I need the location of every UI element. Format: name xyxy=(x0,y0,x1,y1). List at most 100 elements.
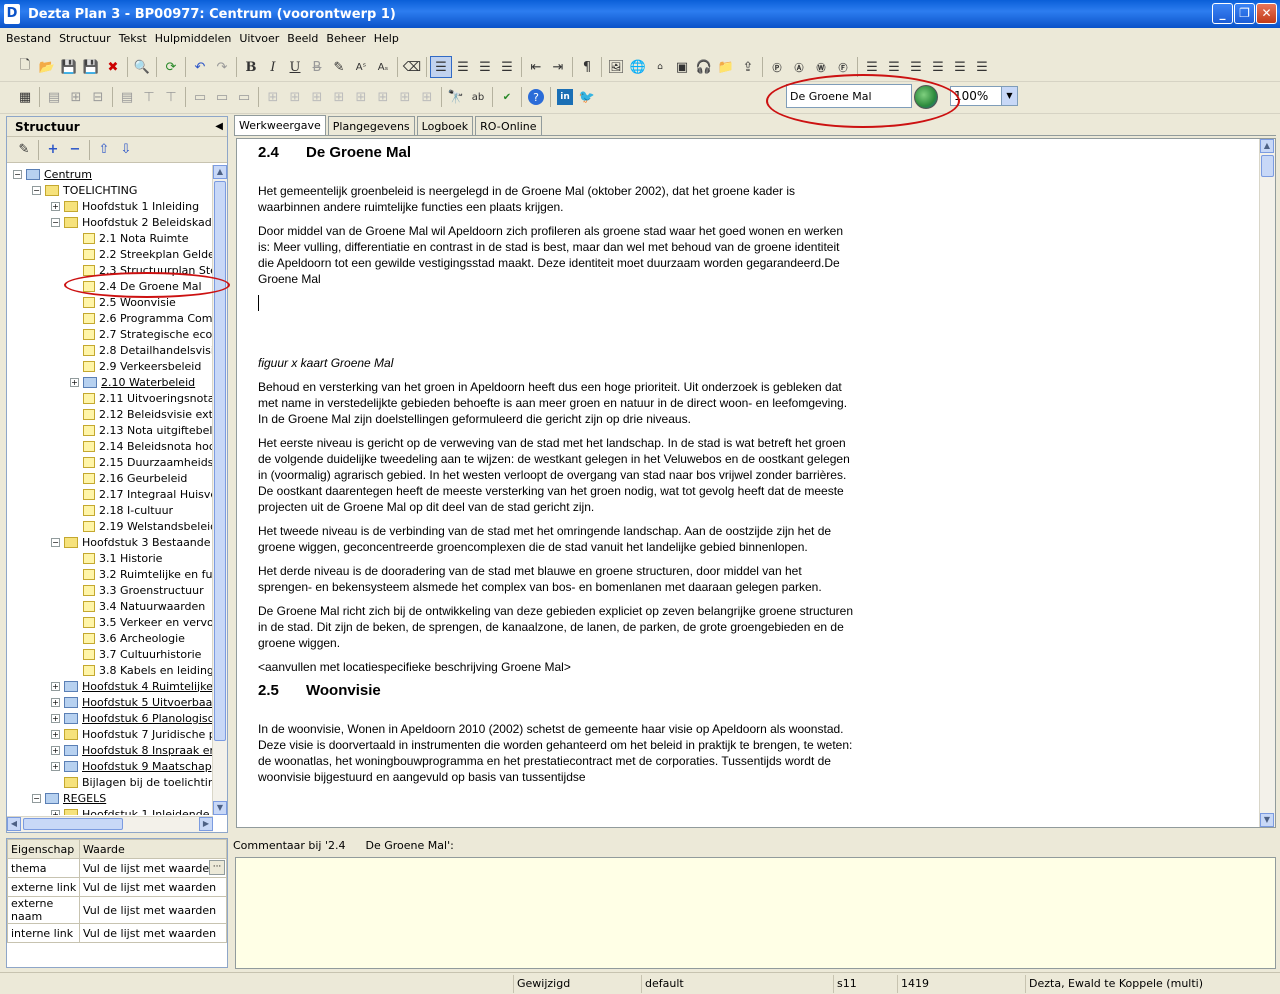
image-icon[interactable]: 🖼 xyxy=(605,56,627,78)
close-button[interactable]: ✕ xyxy=(1256,3,1277,24)
tab-logboek[interactable]: Logboek xyxy=(416,116,474,135)
zoom-dropdown-caret[interactable]: ▼ xyxy=(1001,87,1017,105)
decrease-indent-icon[interactable]: ⇤ xyxy=(525,56,547,78)
tree-node[interactable]: 3.7 Cultuurhistorie xyxy=(70,646,201,662)
align-justify-icon[interactable]: ☰ xyxy=(496,56,518,78)
remove-node-icon[interactable]: − xyxy=(64,139,86,161)
property-value[interactable]: Vul de lijst met waarden ··· xyxy=(79,858,227,878)
help-icon[interactable]: ? xyxy=(528,89,544,105)
table-tool-10-icon[interactable]: ⊞ xyxy=(262,86,284,108)
highlight-icon[interactable]: ✎ xyxy=(328,56,350,78)
delete-document-icon[interactable]: ✖ xyxy=(102,56,124,78)
tree-node[interactable]: 2.2 Streekplan Gelderl xyxy=(70,246,213,262)
tree-node[interactable]: 3.6 Archeologie xyxy=(70,630,185,646)
align-right-icon[interactable]: ☰ xyxy=(474,56,496,78)
replace-icon[interactable]: ab xyxy=(467,86,489,108)
expand-icon[interactable]: + xyxy=(70,377,79,387)
tree-node[interactable]: 3.2 Ruimtelijke en func xyxy=(70,566,213,582)
doc-scroll-down-icon[interactable]: ▼ xyxy=(1260,813,1274,827)
menu-tekst[interactable]: Tekst xyxy=(115,32,151,45)
table-tool-8-icon[interactable]: ▭ xyxy=(211,86,233,108)
table-tool-7-icon[interactable]: ▭ xyxy=(189,86,211,108)
move-up-icon[interactable]: ⇧ xyxy=(93,139,115,161)
maximize-button[interactable]: ❐ xyxy=(1234,3,1255,24)
zoom-select[interactable]: 100% ▼ xyxy=(950,86,1018,106)
tree-horizontal-scrollbar[interactable]: ◀ ▶ xyxy=(7,816,213,832)
italic-icon[interactable]: I xyxy=(262,56,284,78)
tab-werkweergave[interactable]: Werkweergave xyxy=(234,115,326,135)
expand-icon[interactable]: + xyxy=(51,201,60,211)
doc-scroll-up-icon[interactable]: ▲ xyxy=(1260,139,1274,153)
menu-hulpmiddelen[interactable]: Hulpmiddelen xyxy=(151,32,236,45)
tree-node[interactable]: − REGELS xyxy=(32,790,106,806)
underline-icon[interactable]: U xyxy=(284,56,306,78)
table-tool-2-icon[interactable]: ⊞ xyxy=(65,86,87,108)
document-scrollbar[interactable]: ▲ ▼ xyxy=(1259,139,1275,827)
tree-node[interactable]: 3.5 Verkeer en vervoe xyxy=(70,614,213,630)
undo-icon[interactable]: ↶ xyxy=(189,56,211,78)
move-down-icon[interactable]: ⇩ xyxy=(115,139,137,161)
add-node-icon[interactable]: + xyxy=(42,139,64,161)
save-all-icon[interactable]: 💾 xyxy=(80,56,102,78)
expand-icon[interactable]: + xyxy=(51,713,60,723)
tree-node[interactable]: 2.8 Detailhandelsvisie xyxy=(70,342,213,358)
tree-node[interactable]: 3.4 Natuurwaarden xyxy=(70,598,205,614)
tree-scroll-thumb[interactable] xyxy=(214,181,226,741)
doc-scroll-thumb[interactable] xyxy=(1261,155,1274,177)
comment-field[interactable] xyxy=(235,857,1276,969)
find-icon[interactable]: 🔭 xyxy=(445,86,467,108)
tree-node[interactable]: + Hoofdstuk 8 Inspraak en o xyxy=(51,742,213,758)
tree-node[interactable]: 2.11 Uitvoeringsnota G xyxy=(70,390,213,406)
save-icon[interactable]: 💾 xyxy=(58,56,80,78)
p-badge-icon[interactable]: Ⓟ xyxy=(766,56,788,78)
list-style-6-icon[interactable]: ☰ xyxy=(971,56,993,78)
table-icon[interactable]: ▦ xyxy=(14,86,36,108)
headphones-icon[interactable]: 🎧 xyxy=(693,56,715,78)
table-tool-12-icon[interactable]: ⊞ xyxy=(306,86,328,108)
menu-help[interactable]: Help xyxy=(370,32,403,45)
table-tool-15-icon[interactable]: ⊞ xyxy=(372,86,394,108)
table-tool-11-icon[interactable]: ⊞ xyxy=(284,86,306,108)
new-document-icon[interactable]: 🗋 xyxy=(14,56,36,78)
eraser-icon[interactable]: ⌫ xyxy=(401,56,423,78)
property-value[interactable]: Vul de lijst met waarden xyxy=(79,923,227,943)
scroll-up-icon[interactable]: ▲ xyxy=(213,165,227,179)
table-tool-3-icon[interactable]: ⊟ xyxy=(87,86,109,108)
export-icon[interactable]: ⇪ xyxy=(737,56,759,78)
subscript-icon[interactable]: Aₛ xyxy=(372,56,394,78)
expand-icon[interactable]: + xyxy=(51,681,60,691)
expand-icon[interactable]: + xyxy=(51,697,60,707)
tree-node[interactable]: 2.1 Nota Ruimte xyxy=(70,230,188,246)
tree-hscroll-thumb[interactable] xyxy=(23,818,123,830)
tree-node[interactable]: + Hoofdstuk 4 Ruimtelijke en xyxy=(51,678,213,694)
table-tool-4-icon[interactable]: ▤ xyxy=(116,86,138,108)
strikethrough-icon[interactable]: B xyxy=(306,56,328,78)
tree-node[interactable]: − Hoofdstuk 2 Beleidskader xyxy=(51,214,213,230)
redo-icon[interactable]: ↷ xyxy=(211,56,233,78)
tree-node[interactable]: 2.14 Beleidsnota hoog xyxy=(70,438,213,454)
table-tool-17-icon[interactable]: ⊞ xyxy=(416,86,438,108)
expand-icon[interactable]: + xyxy=(51,809,60,815)
collapse-panel-icon[interactable]: ◀ xyxy=(215,121,223,132)
tree-node[interactable]: 3.3 Groenstructuur xyxy=(70,582,204,598)
tree-node[interactable]: 2.13 Nota uitgiftebeleic xyxy=(70,422,213,438)
tree-node[interactable]: 2.7 Strategische econ xyxy=(70,326,213,342)
scroll-down-icon[interactable]: ▼ xyxy=(213,801,227,815)
tree-node[interactable]: 2.9 Verkeersbeleid xyxy=(70,358,201,374)
table-tool-6-icon[interactable]: ⊤ xyxy=(160,86,182,108)
expand-icon[interactable]: + xyxy=(51,745,60,755)
table-tool-1-icon[interactable]: ▤ xyxy=(43,86,65,108)
list-style-5-icon[interactable]: ☰ xyxy=(949,56,971,78)
edit-node-icon[interactable]: ✎ xyxy=(13,139,35,161)
tree-node[interactable]: + Hoofdstuk 1 Inleidende reg xyxy=(51,806,213,815)
tree-node[interactable]: + Hoofdstuk 6 Planologische xyxy=(51,710,213,726)
tree-node[interactable]: 2.6 Programma Comple xyxy=(70,310,213,326)
menu-beeld[interactable]: Beeld xyxy=(283,32,322,45)
menu-uitvoer[interactable]: Uitvoer xyxy=(235,32,283,45)
table-tool-5-icon[interactable]: ⊤ xyxy=(138,86,160,108)
print-preview-icon[interactable]: 🔍 xyxy=(131,56,153,78)
expand-icon[interactable]: + xyxy=(51,729,60,739)
tree-node[interactable]: 2.19 Welstandsbeleid xyxy=(70,518,213,534)
tree-node[interactable]: − Centrum xyxy=(13,166,92,182)
table-tool-14-icon[interactable]: ⊞ xyxy=(350,86,372,108)
